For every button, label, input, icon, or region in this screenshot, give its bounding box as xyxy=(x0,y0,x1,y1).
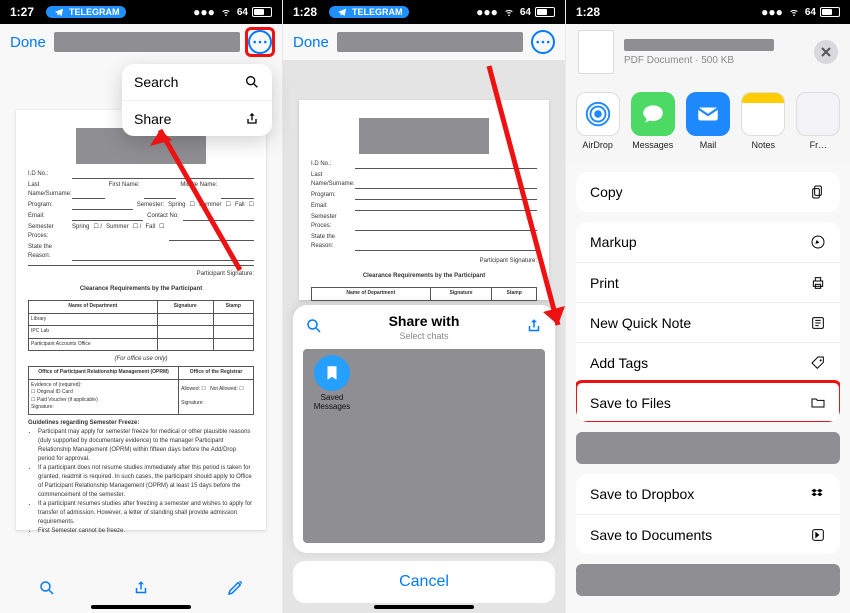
tag-icon xyxy=(810,355,826,371)
document-preview: I.D No.: Last Name/Surname:First Name:Mi… xyxy=(16,110,266,530)
more-button[interactable] xyxy=(531,30,555,54)
app-messages[interactable]: Messages xyxy=(625,92,680,150)
status-time: 1:28 xyxy=(576,5,600,19)
share-subtitle: Select chats xyxy=(293,331,555,341)
action-save-to-files[interactable]: Save to Files xyxy=(576,382,840,422)
share-body-redacted: Saved Messages xyxy=(303,349,545,543)
redacted-action xyxy=(576,564,840,596)
dropbox-icon xyxy=(810,486,826,502)
bookmark-icon xyxy=(314,355,350,391)
documents-icon xyxy=(810,527,826,543)
filename-redacted xyxy=(624,39,774,51)
done-button[interactable]: Done xyxy=(10,34,46,51)
wifi-icon xyxy=(502,7,516,17)
app-more[interactable]: Fr… xyxy=(791,92,846,150)
clearance-table: Name of DepartmentSignatureStamp Library… xyxy=(28,300,254,351)
messages-icon xyxy=(631,92,675,136)
saved-messages[interactable]: Saved Messages xyxy=(309,355,355,411)
phone-screenshot-3: 1:28 ●●● 64 PDF Document · 500 KB AirDro… xyxy=(566,0,850,613)
more-button[interactable] xyxy=(248,30,272,54)
telegram-pill: TELEGRAM xyxy=(46,6,126,18)
search-icon xyxy=(244,74,260,90)
app-notes[interactable]: Notes xyxy=(736,92,791,150)
share-icon xyxy=(244,111,260,127)
action-quick-note[interactable]: New Quick Note xyxy=(576,302,840,342)
notes-icon xyxy=(741,92,785,136)
cancel-button[interactable]: Cancel xyxy=(293,561,555,603)
share-icon[interactable] xyxy=(132,579,150,597)
markup-icon xyxy=(810,234,826,250)
done-button[interactable]: Done xyxy=(293,34,329,51)
status-bar: 1:28 ●●● 64 xyxy=(566,0,850,24)
app-mail[interactable]: Mail xyxy=(680,92,735,150)
status-bar: 1:28 TELEGRAM ●●● 64 xyxy=(283,0,565,24)
redacted-action xyxy=(576,432,840,464)
home-indicator xyxy=(91,605,191,609)
header-bar: Done xyxy=(283,24,565,60)
document-thumbnail xyxy=(578,30,614,74)
battery-percent: 64 xyxy=(237,7,248,18)
quick-note-icon xyxy=(810,315,826,331)
copy-icon xyxy=(810,184,826,200)
close-icon xyxy=(821,47,831,57)
app-icon xyxy=(796,92,840,136)
close-button[interactable] xyxy=(814,40,838,64)
status-time: 1:28 xyxy=(293,5,317,19)
title-redacted xyxy=(54,32,240,52)
share-icon[interactable] xyxy=(525,317,543,335)
mail-icon xyxy=(686,92,730,136)
folder-icon xyxy=(810,395,826,411)
action-print[interactable]: Print xyxy=(576,262,840,302)
actions-group-2: Markup Print New Quick Note Add Tags Sav… xyxy=(576,222,840,422)
telegram-pill: TELEGRAM xyxy=(329,6,409,18)
action-add-tags[interactable]: Add Tags xyxy=(576,342,840,382)
phone-screenshot-1: 1:27 TELEGRAM ●●● 64 Done Search Share xyxy=(0,0,283,613)
wifi-icon xyxy=(787,7,801,17)
share-sheet: Share with Select chats Saved Messages xyxy=(293,305,555,553)
action-markup[interactable]: Markup xyxy=(576,222,840,262)
markup-icon[interactable] xyxy=(226,579,244,597)
menu-share[interactable]: Share xyxy=(122,100,272,136)
context-menu: Search Share xyxy=(122,64,272,136)
signal-icon: ●●● xyxy=(193,5,215,19)
app-airdrop[interactable]: AirDrop xyxy=(570,92,625,150)
home-indicator xyxy=(374,605,474,609)
status-bar: 1:27 TELEGRAM ●●● 64 xyxy=(0,0,282,24)
action-copy[interactable]: Copy xyxy=(576,172,840,212)
battery-icon xyxy=(252,7,272,17)
share-title: Share with xyxy=(389,313,460,329)
share-apps-row: AirDrop Messages Mail Notes Fr… xyxy=(566,80,850,162)
doc-title-redacted xyxy=(359,118,489,154)
print-icon xyxy=(810,275,826,291)
status-time: 1:27 xyxy=(10,5,34,19)
search-icon[interactable] xyxy=(38,579,56,597)
airdrop-icon xyxy=(576,92,620,136)
actions-group-1: Copy xyxy=(576,172,840,212)
document-preview: I.D No.: Last Name/Surname: Program: Ema… xyxy=(299,100,549,300)
title-redacted xyxy=(337,32,523,52)
file-subtitle: PDF Document · 500 KB xyxy=(624,55,804,66)
search-icon[interactable] xyxy=(305,317,323,335)
header-bar: Done xyxy=(0,24,282,60)
actions-group-3: Save to Dropbox Save to Documents xyxy=(576,474,840,554)
action-save-documents[interactable]: Save to Documents xyxy=(576,514,840,554)
share-sheet-header: PDF Document · 500 KB xyxy=(566,24,850,80)
menu-search[interactable]: Search xyxy=(122,64,272,100)
action-save-dropbox[interactable]: Save to Dropbox xyxy=(576,474,840,514)
highlight-box xyxy=(245,27,275,57)
wifi-icon xyxy=(219,7,233,17)
phone-screenshot-2: 1:28 TELEGRAM ●●● 64 Done I.D No.: Last … xyxy=(283,0,566,613)
